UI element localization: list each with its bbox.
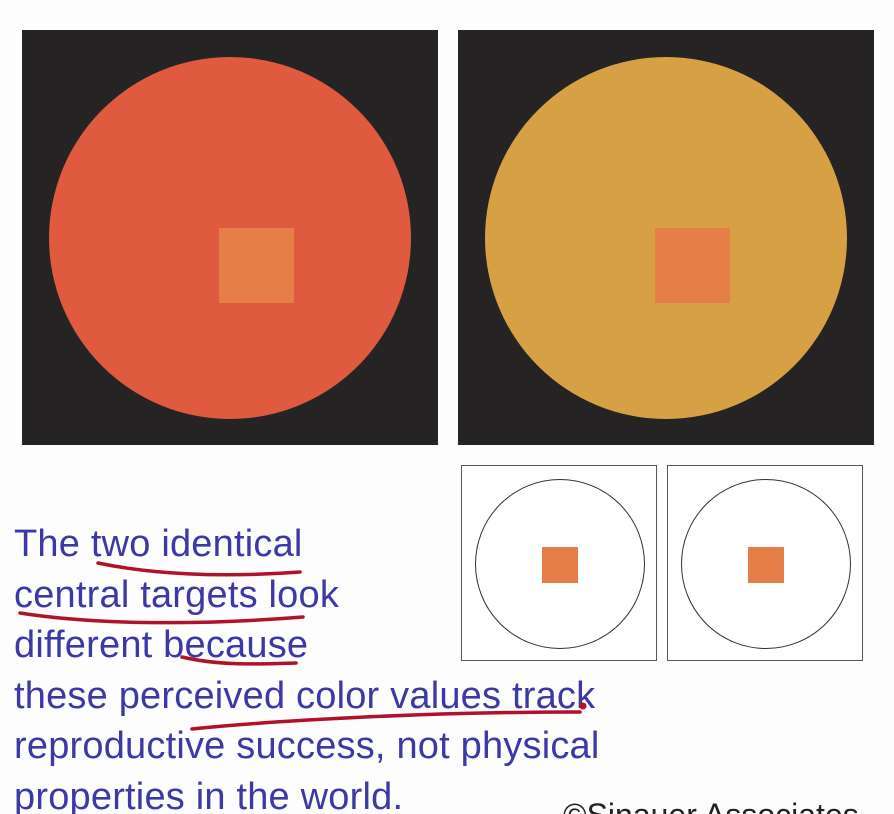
caption-line-5: reproductive success, not physical bbox=[14, 725, 600, 767]
left-red-disk bbox=[49, 57, 411, 419]
left-central-target bbox=[219, 228, 294, 303]
caption-line-1: The two identical bbox=[14, 523, 303, 565]
right-central-target bbox=[655, 228, 730, 303]
caption-line-4: these perceived color values track bbox=[14, 674, 596, 717]
caption-text: The two identical central targets look d… bbox=[14, 519, 600, 814]
slide: The two identical central targets look d… bbox=[0, 0, 894, 814]
caption-line-2: central targets look bbox=[14, 573, 340, 616]
right-yellow-disk bbox=[485, 57, 847, 419]
right-outline-target bbox=[748, 547, 784, 583]
caption-line-6: properties in the world. bbox=[14, 775, 404, 814]
left-stimulus-panel bbox=[22, 30, 438, 445]
right-stimulus-panel bbox=[458, 30, 874, 445]
copyright-credit: ©Sinauer Associates bbox=[563, 797, 859, 814]
right-outline-diagram bbox=[667, 465, 863, 661]
caption-line-3: different because bbox=[14, 624, 309, 666]
